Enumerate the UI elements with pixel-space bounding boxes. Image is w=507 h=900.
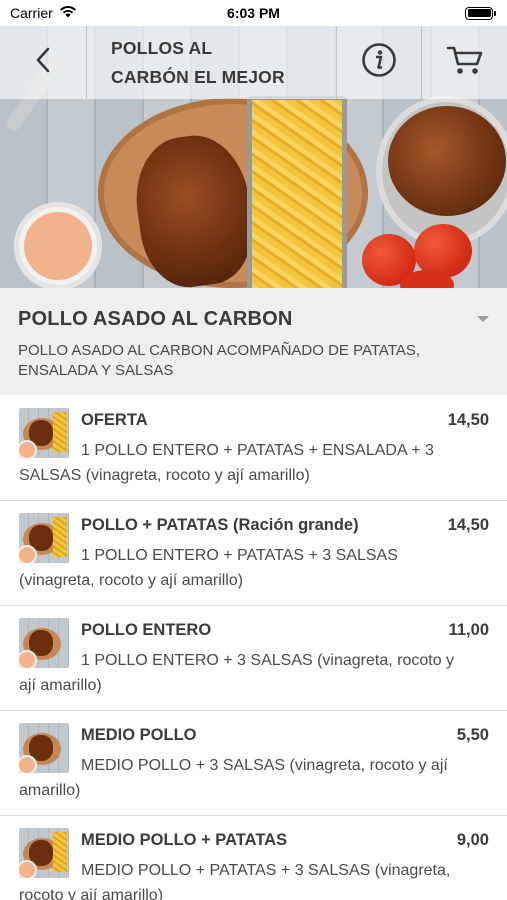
- category-header[interactable]: POLLO ASADO AL CARBON POLLO ASADO AL CAR…: [0, 288, 507, 395]
- item-name: MEDIO POLLO + PATATAS: [81, 831, 288, 849]
- item-name: POLLO ENTERO: [81, 621, 212, 639]
- item-price: 11,00: [448, 621, 489, 639]
- item-name: OFERTA: [81, 411, 148, 429]
- status-bar: Carrier 6:03 PM: [0, 0, 507, 26]
- menu-item[interactable]: MEDIO POLLO 5,50 MEDIO POLLO + 3 SALSAS …: [0, 711, 507, 816]
- item-thumbnail: [19, 723, 69, 773]
- category-description: POLLO ASADO AL CARBON ACOMPAÑADO DE PATA…: [18, 342, 421, 379]
- item-name: POLLO + PATATAS (Ración grande): [81, 516, 359, 534]
- item-price: 5,50: [456, 726, 489, 744]
- item-price: 14,50: [447, 516, 489, 534]
- triangle-down-icon[interactable]: [477, 316, 489, 322]
- battery-icon: [465, 6, 496, 20]
- chevron-left-icon: [34, 46, 52, 79]
- menu-item[interactable]: OFERTA 14,50 1 POLLO ENTERO + PATATAS + …: [0, 396, 507, 501]
- page-title-line1: POLLOS AL: [111, 38, 213, 58]
- carrier-label: Carrier: [10, 5, 53, 21]
- item-thumbnail: [19, 618, 69, 668]
- item-price: 9,00: [456, 831, 489, 849]
- wifi-icon: [59, 5, 77, 21]
- info-button[interactable]: [337, 26, 421, 99]
- page-title-line2: CARBÓN EL MEJOR: [111, 67, 285, 87]
- menu-item[interactable]: POLLO + PATATAS (Ración grande) 14,50 1 …: [0, 501, 507, 606]
- nav-bar: POLLOS AL CARBÓN EL MEJOR: [0, 26, 507, 99]
- item-thumbnail: [19, 408, 69, 458]
- page-title: POLLOS AL CARBÓN EL MEJOR: [111, 34, 331, 92]
- status-left: Carrier: [10, 5, 77, 21]
- item-name: MEDIO POLLO: [81, 726, 197, 744]
- back-button[interactable]: [0, 26, 86, 99]
- cart-icon: [446, 44, 484, 81]
- menu-list: OFERTA 14,50 1 POLLO ENTERO + PATATAS + …: [0, 396, 507, 900]
- item-price: 14,50: [447, 411, 489, 429]
- menu-item[interactable]: POLLO ENTERO 11,00 1 POLLO ENTERO + 3 SA…: [0, 606, 507, 711]
- app-screen: Carrier 6:03 PM POLLOS AL CARBÓN EL MEJO…: [0, 0, 507, 900]
- item-thumbnail: [19, 828, 69, 878]
- item-thumbnail: [19, 513, 69, 563]
- menu-item[interactable]: MEDIO POLLO + PATATAS 9,00 MEDIO POLLO +…: [0, 816, 507, 900]
- cart-button[interactable]: [422, 26, 507, 99]
- info-icon: [361, 42, 397, 83]
- category-title: POLLO ASADO AL CARBON: [18, 308, 293, 330]
